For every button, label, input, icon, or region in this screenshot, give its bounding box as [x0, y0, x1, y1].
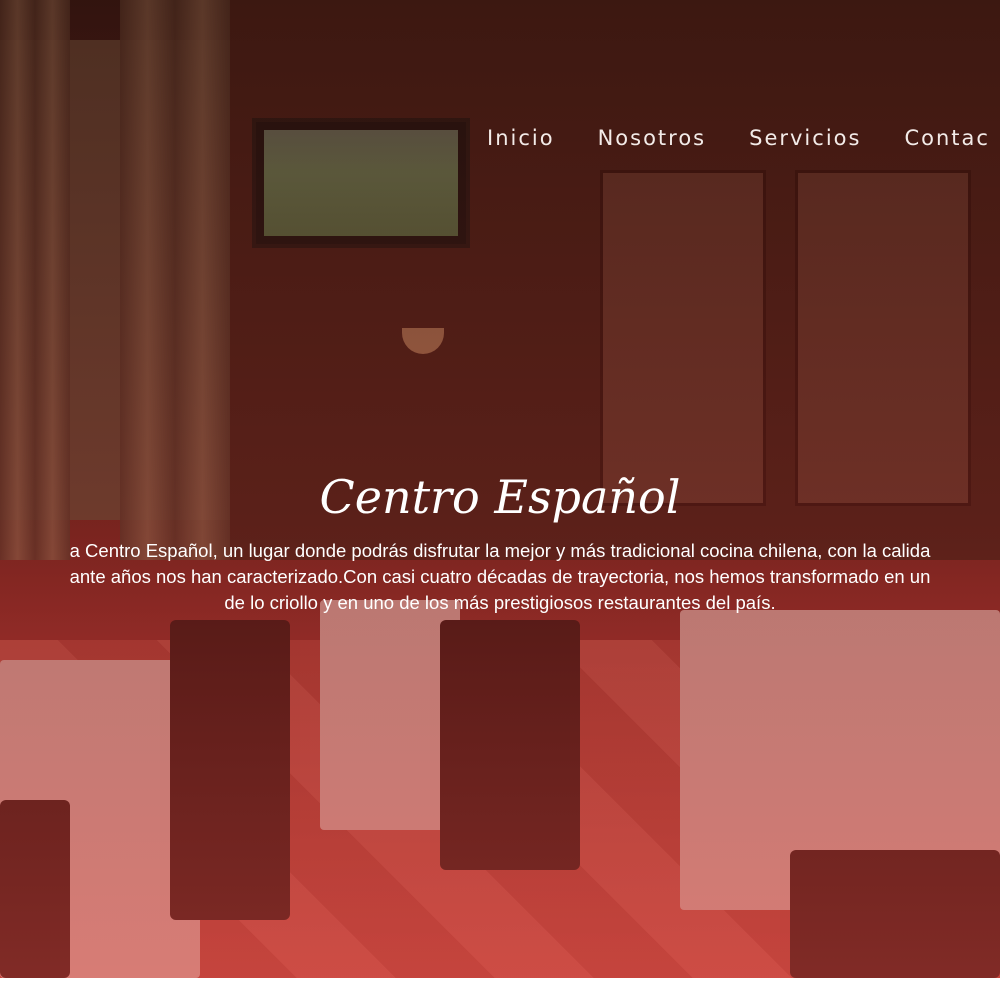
hero-description-line: ante años nos han caracterizado.Con casi…: [69, 566, 931, 587]
nav-item-contacto[interactable]: Contac: [904, 126, 989, 150]
hero-description-line: a Centro Español, un lugar donde podrás …: [69, 540, 931, 561]
main-nav: Inicio Nosotros Servicios Contac: [487, 126, 990, 150]
hero-description: a Centro Español, un lugar donde podrás …: [0, 538, 1000, 616]
nav-item-nosotros[interactable]: Nosotros: [598, 126, 707, 150]
hero-description-line: de lo criollo y en uno de los más presti…: [224, 592, 776, 613]
nav-item-servicios[interactable]: Servicios: [749, 126, 861, 150]
nav-item-inicio[interactable]: Inicio: [487, 126, 555, 150]
hero-title: Centro Español: [319, 470, 681, 524]
hero-section: Inicio Nosotros Servicios Contac Centro …: [0, 0, 1000, 978]
